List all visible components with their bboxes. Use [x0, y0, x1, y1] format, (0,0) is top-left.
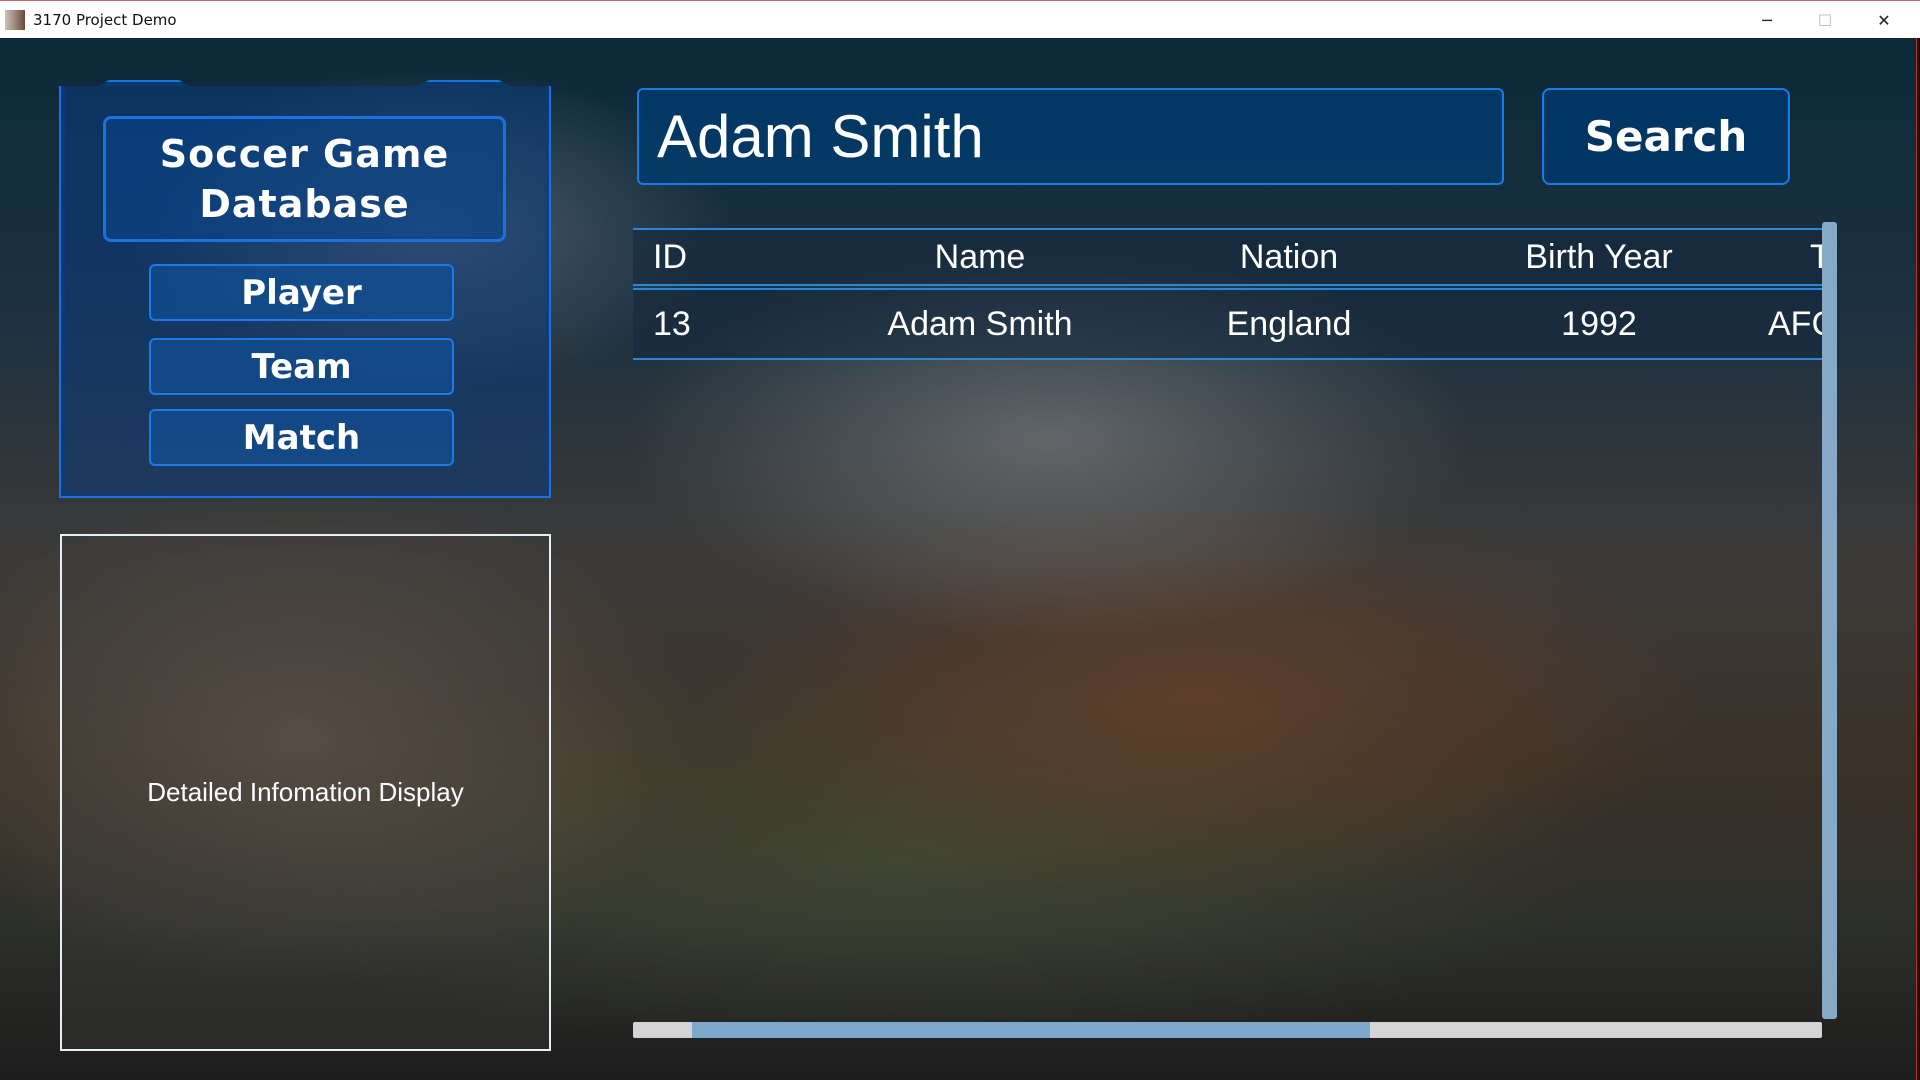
table-row[interactable]: 13 Adam Smith England 1992 AFC — [633, 288, 1822, 360]
app-icon — [5, 9, 25, 30]
cell-team: AFC — [1768, 304, 1822, 343]
cell-nation: England — [1226, 304, 1352, 343]
search-button[interactable]: Search — [1542, 88, 1790, 185]
table-header: ID Name Nation Birth Year T — [633, 228, 1822, 286]
header-id[interactable]: ID — [653, 230, 687, 284]
header-birth-year[interactable]: Birth Year — [1499, 230, 1699, 284]
app-title-box: Soccer Game Database — [103, 116, 506, 242]
close-button[interactable]: ✕ — [1855, 1, 1913, 39]
cell-birth-year: 1992 — [1561, 304, 1637, 343]
title-bar: 3170 Project Demo ─ ☐ ✕ — [0, 0, 1920, 38]
app-title-line2: Database — [199, 182, 410, 226]
maximize-button[interactable]: ☐ — [1796, 1, 1854, 39]
horizontal-scroll-thumb[interactable] — [692, 1022, 1371, 1038]
horizontal-scrollbar[interactable] — [633, 1022, 1822, 1038]
header-nation[interactable]: Nation — [1189, 230, 1389, 284]
detail-panel: Detailed Infomation Display — [60, 534, 551, 1051]
cell-name: Adam Smith — [887, 304, 1073, 343]
match-button[interactable]: Match — [149, 409, 454, 466]
team-button[interactable]: Team — [149, 338, 454, 395]
cell-id: 13 — [653, 304, 691, 343]
window-border — [1916, 38, 1920, 1080]
app-canvas: Soccer Game Database Player Team Match D… — [0, 38, 1916, 1080]
header-name[interactable]: Name — [880, 230, 1080, 284]
results-table: ID Name Nation Birth Year T 13 Adam Smit… — [633, 228, 1822, 360]
app-title-line1: Soccer Game — [159, 132, 450, 176]
search-input[interactable] — [637, 88, 1504, 185]
vertical-scrollbar[interactable] — [1822, 222, 1837, 1019]
detail-label: Detailed Infomation Display — [147, 777, 464, 807]
window-title: 3170 Project Demo — [33, 10, 177, 29]
header-team[interactable]: T — [1810, 230, 1822, 284]
minimize-button[interactable]: ─ — [1738, 1, 1796, 39]
player-button[interactable]: Player — [149, 264, 454, 321]
